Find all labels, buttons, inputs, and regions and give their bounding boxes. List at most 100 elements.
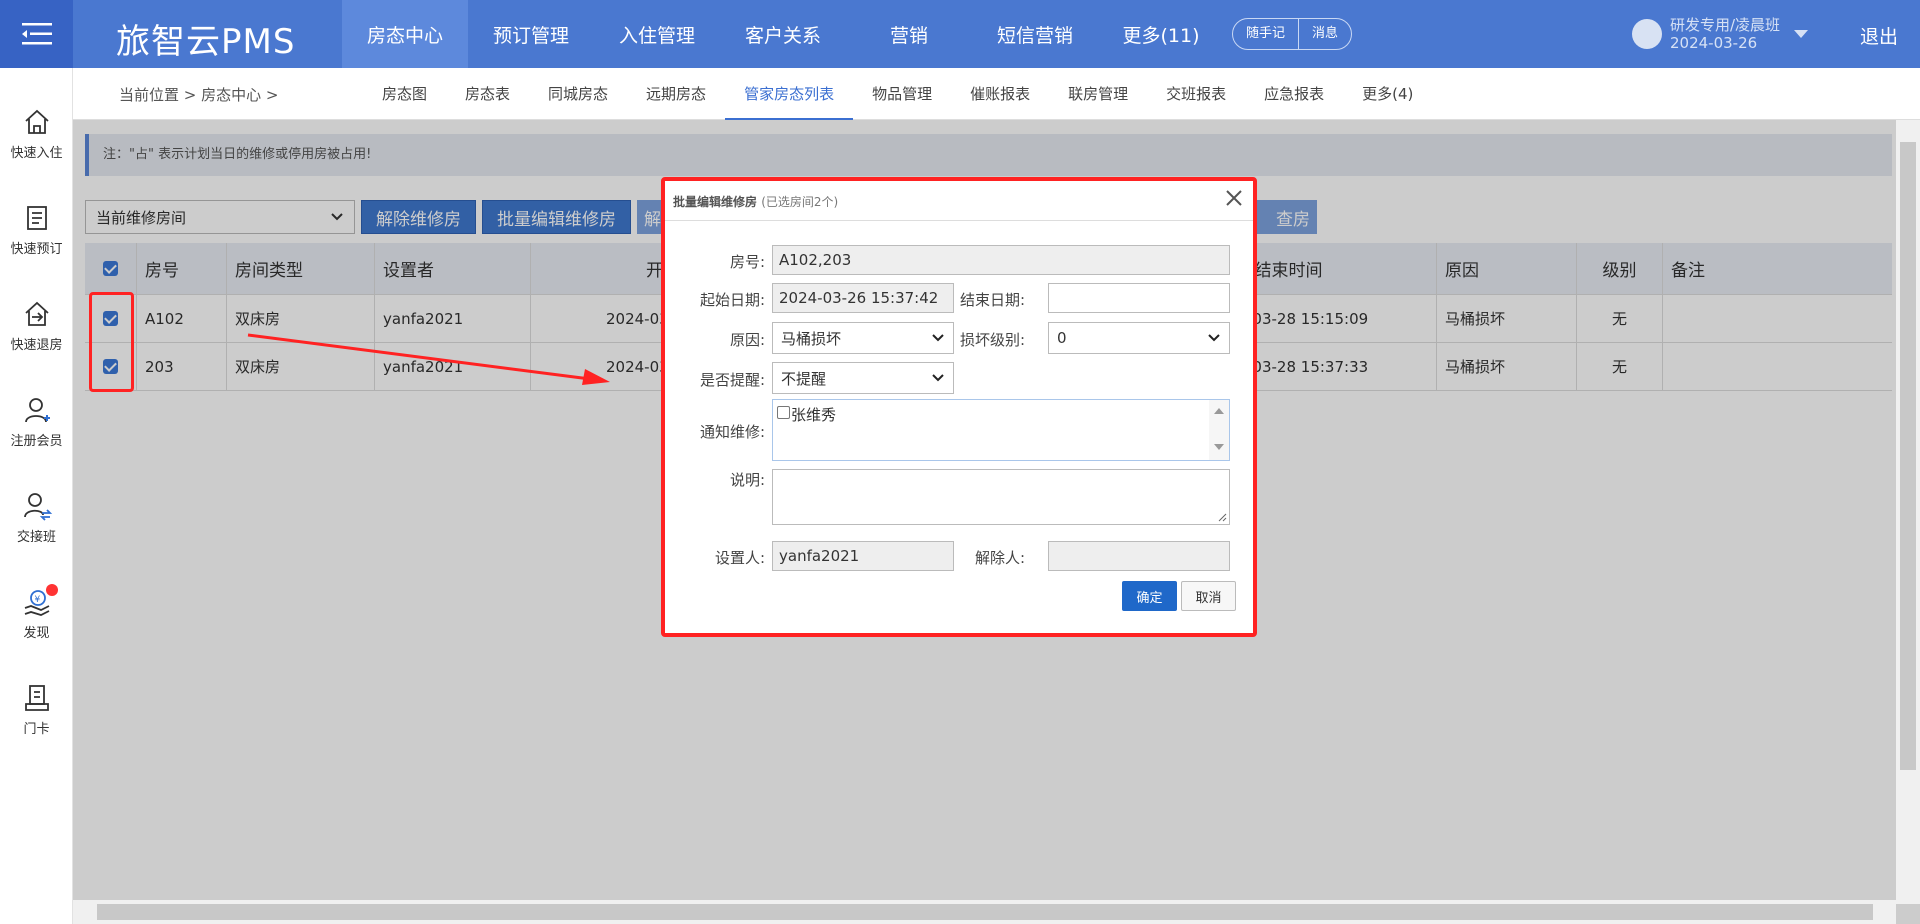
nav-room-status-center[interactable]: 房态中心 [342,0,468,68]
reason-label: 原因: [729,331,765,349]
confirm-button[interactable]: 确定 [1122,581,1177,611]
user-name: 研发专用/凌晨班 [1670,16,1781,34]
add-member-icon [24,398,50,423]
tab-housekeeping-list[interactable]: 管家房态列表 [725,68,854,120]
annotation-arrow-icon [247,333,610,385]
selection-highlight [89,292,134,392]
tab-city-room-status[interactable]: 同城房态 [529,68,627,120]
quick-actions: 随手记 消息 [1232,18,1353,50]
scrollbar-thumb[interactable] [97,904,1873,920]
horizontal-scrollbar[interactable] [73,900,1896,924]
cancel-button[interactable]: 取消 [1181,581,1236,611]
tab-emergency-report[interactable]: 应急报表 [1245,68,1343,120]
damage-level-value: 0 [1057,329,1067,347]
batch-edit-dialog: 批量编辑维修房 (已选房间2个) 房号: A102,203 起始日期: 2024… [661,177,1257,637]
tab-items[interactable]: 物品管理 [853,68,951,120]
nav-checkin[interactable]: 入住管理 [594,0,720,68]
sidebar-item-label: 交接班 [16,530,56,545]
tab-shift-report[interactable]: 交班报表 [1147,68,1245,120]
nav-reservation[interactable]: 预订管理 [468,0,594,68]
room-no-field[interactable]: A102,203 [772,245,1230,275]
sidebar-item-quick-booking[interactable]: 快速预订 [0,202,73,257]
remind-value: 不提醒 [781,369,827,388]
setter-field[interactable]: yanfa2021 [772,541,954,571]
releaser-field[interactable] [1048,541,1230,571]
start-date-label: 起始日期: [699,291,765,309]
tab-linked-rooms[interactable]: 联房管理 [1049,68,1147,120]
sidebar-item-label: 快速预订 [10,242,63,257]
logout-button[interactable]: 退出 [1860,22,1898,49]
brand-logo: 旅智云PMS [116,22,296,62]
sidebar-item-label: 快速退房 [10,338,63,353]
user-date: 2024-03-26 [1670,34,1758,52]
notify-label: 通知维修: [699,423,765,441]
end-date-field[interactable] [1048,283,1230,313]
vertical-scrollbar[interactable] [1896,120,1920,904]
checkout-icon [24,301,49,326]
scroll-up-icon[interactable] [1214,408,1224,414]
svg-text:¥: ¥ [34,595,40,605]
sidebar-item-door-card[interactable]: 门卡 [0,682,73,737]
resize-grip-icon[interactable] [1217,512,1227,522]
tab-forward-room-status[interactable]: 远期房态 [627,68,725,120]
nav-sms-marketing[interactable]: 短信营销 [972,0,1098,68]
scrollbar-thumb[interactable] [1900,142,1916,770]
top-nav: 房态中心 预订管理 入住管理 客户关系 营销 短信营销 更多(11) [342,0,1224,68]
close-icon[interactable] [1223,187,1245,209]
home-icon [24,109,49,134]
sidebar-item-shift-handover[interactable]: 交接班 [0,490,73,545]
sidebar-item-label: 发现 [23,626,50,641]
setter-label: 设置人: [714,549,765,567]
start-date-field[interactable]: 2024-03-26 15:37:42 [772,283,954,313]
sidebar-item-quick-checkout[interactable]: 快速退房 [0,298,73,353]
room-no-label: 房号: [729,253,765,271]
notify-checkbox[interactable] [777,406,790,419]
remind-select[interactable]: 不提醒 [772,362,954,394]
remind-label: 是否提醒: [699,371,765,389]
sub-navigation: 当前位置 > 房态中心 > 房态图 房态表 同城房态 远期房态 管家房态列表 物… [73,68,1920,120]
nav-more[interactable]: 更多(11) [1098,0,1224,68]
notify-person[interactable]: 张维秀 [791,404,836,425]
damage-level-select[interactable]: 0 [1048,322,1230,354]
releaser-label: 解除人: [974,549,1025,567]
sidebar-item-register-member[interactable]: 注册会员 [0,394,73,449]
breadcrumb: 当前位置 > 房态中心 > [119,86,279,104]
sidebar-item-discover[interactable]: ¥ 发现 [0,584,73,641]
end-date-label: 结束日期: [959,291,1025,309]
notify-list: 张维秀 [772,399,1230,461]
dialog-header: 批量编辑维修房 (已选房间2个) [665,181,1253,221]
nav-marketing[interactable]: 营销 [846,0,972,68]
dialog-subtitle: (已选房间2个) [761,195,839,209]
menu-toggle-button[interactable] [0,0,73,68]
notes-button[interactable]: 随手记 [1233,19,1298,49]
sidebar-item-label: 快速入住 [10,146,63,161]
sidebar-item-label: 门卡 [23,722,50,737]
chevron-down-icon [932,374,944,382]
reason-value: 马桶损坏 [781,329,842,348]
damage-level-label: 损坏级别: [959,331,1025,349]
notification-dot [46,584,58,596]
user-menu[interactable]: 研发专用/凌晨班 2024-03-26 [1632,16,1809,52]
description-label: 说明: [729,471,765,489]
tab-more[interactable]: 更多(4) [1343,68,1432,120]
sidebar-item-quick-checkin[interactable]: 快速入住 [0,106,73,161]
messages-button[interactable]: 消息 [1298,19,1351,49]
scroll-down-icon[interactable] [1214,444,1224,450]
chevron-down-icon [932,334,944,342]
reason-select[interactable]: 马桶损坏 [772,322,954,354]
tab-room-status-table[interactable]: 房态表 [446,68,529,120]
booking-icon [26,206,47,230]
tab-collection-report[interactable]: 催账报表 [951,68,1049,120]
nav-crm[interactable]: 客户关系 [720,0,846,68]
tab-room-status-map[interactable]: 房态图 [363,68,446,120]
avatar [1632,19,1662,49]
chevron-down-icon [1794,30,1809,38]
door-card-icon [24,685,49,711]
notify-scrollbar[interactable] [1209,400,1229,460]
sidebar: 快速入住 快速预订 快速退房 注册会员 交接班 ¥ 发现 门卡 [0,68,73,924]
description-textarea[interactable] [772,469,1230,525]
sub-tabs: 房态图 房态表 同城房态 远期房态 管家房态列表 物品管理 催账报表 联房管理 … [363,68,1432,120]
dialog-title: 批量编辑维修房 [673,195,758,209]
shift-handover-icon [23,493,52,521]
top-header: 旅智云PMS 房态中心 预订管理 入住管理 客户关系 营销 短信营销 更多(11… [0,0,1920,68]
